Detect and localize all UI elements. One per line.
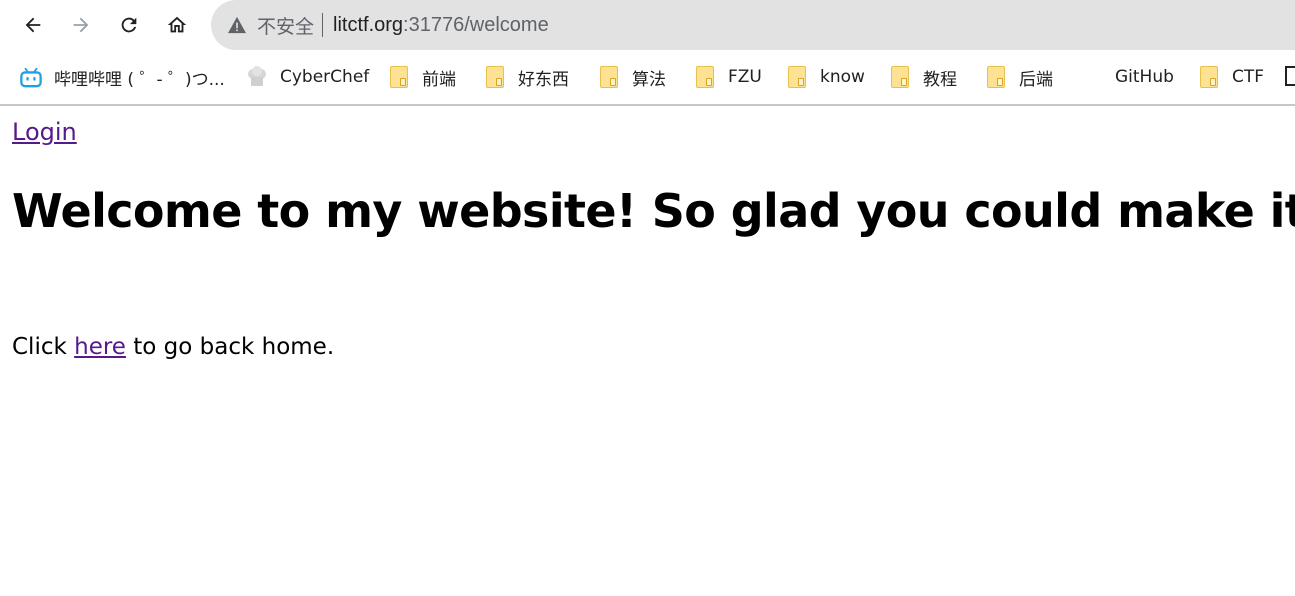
bookmark-label: 教程 [923,69,957,90]
bookmark-bilibili[interactable]: 哔哩哔哩 ( ゜- ゜)つ... [20,62,225,92]
url-path: :31776/welcome [403,13,549,36]
bookmark-cyberchef[interactable]: CyberChef [246,62,369,92]
bookmark-folder-goodstuff[interactable]: 好东西 [484,62,569,92]
bilibili-icon [20,66,42,88]
folder-icon [786,66,808,88]
bookmark-label: 前端 [422,69,456,90]
bookmark-folder-know[interactable]: know [786,62,865,92]
bookmark-folder-fzu[interactable]: FZU [694,62,762,92]
folder-icon [985,66,1007,88]
here-link[interactable]: here [74,334,126,360]
home-icon [167,16,187,33]
home-button[interactable] [160,8,194,42]
bookmark-folder-algorithms[interactable]: 算法 [598,62,666,92]
bookmarks-bar: 哔哩哔哩 ( ゜- ゜)つ... CyberChef 前端 好东西 算法 FZU… [0,50,1295,106]
bookmark-folder-backend[interactable]: 后端 [985,62,1053,92]
folder-icon [1198,66,1220,88]
arrow-right-icon [73,17,89,33]
back-button[interactable] [16,8,50,42]
login-link[interactable]: Login [12,118,77,146]
folder-icon [388,66,410,88]
bookmark-label: CTF [1232,67,1265,87]
warning-icon[interactable] [227,15,247,35]
bookmark-github[interactable]: GitHub [1115,62,1174,92]
bookmark-label: know [820,67,865,87]
page-title: Welcome to my website! So glad you could… [12,184,1295,238]
folder-icon [484,66,506,88]
chef-hat-icon [246,66,268,88]
back-home-paragraph: Click here to go back home. [12,334,334,360]
bookmark-label: FZU [728,67,762,87]
not-secure-label[interactable]: 不安全 [257,12,314,39]
bookmark-label: CyberChef [280,67,370,87]
bookmark-folder-frontend[interactable]: 前端 [388,62,456,92]
bookmark-label: 后端 [1019,69,1053,90]
bookmark-label: 哔哩哔哩 ( ゜- ゜)つ... [54,69,225,90]
bookmark-folder-ctf[interactable]: CTF [1198,62,1264,92]
folder-icon [889,66,911,88]
bookmark-label: 算法 [632,69,666,90]
address-bar[interactable]: 不安全 litctf.org:31776/welcome [211,0,1295,50]
bookmark-folder-tutorials[interactable]: 教程 [889,62,957,92]
folder-icon [598,66,620,88]
arrow-left-icon [25,17,41,33]
bookmark-label: 好东西 [518,69,569,90]
bookmark-label: GitHub [1115,67,1174,87]
bookmark-overflow-icon[interactable] [1285,66,1295,86]
address-separator [322,13,324,37]
reload-button[interactable] [112,8,146,42]
reload-icon [121,17,137,33]
url-text[interactable]: litctf.org:31776/welcome [333,14,549,37]
click-suffix-text: to go back home. [125,334,335,360]
folder-icon [694,66,716,88]
url-host: litctf.org [333,13,404,36]
browser-toolbar: 不安全 litctf.org:31776/welcome [0,0,1295,50]
forward-button[interactable] [64,8,98,42]
click-prefix-text: Click [12,334,75,360]
